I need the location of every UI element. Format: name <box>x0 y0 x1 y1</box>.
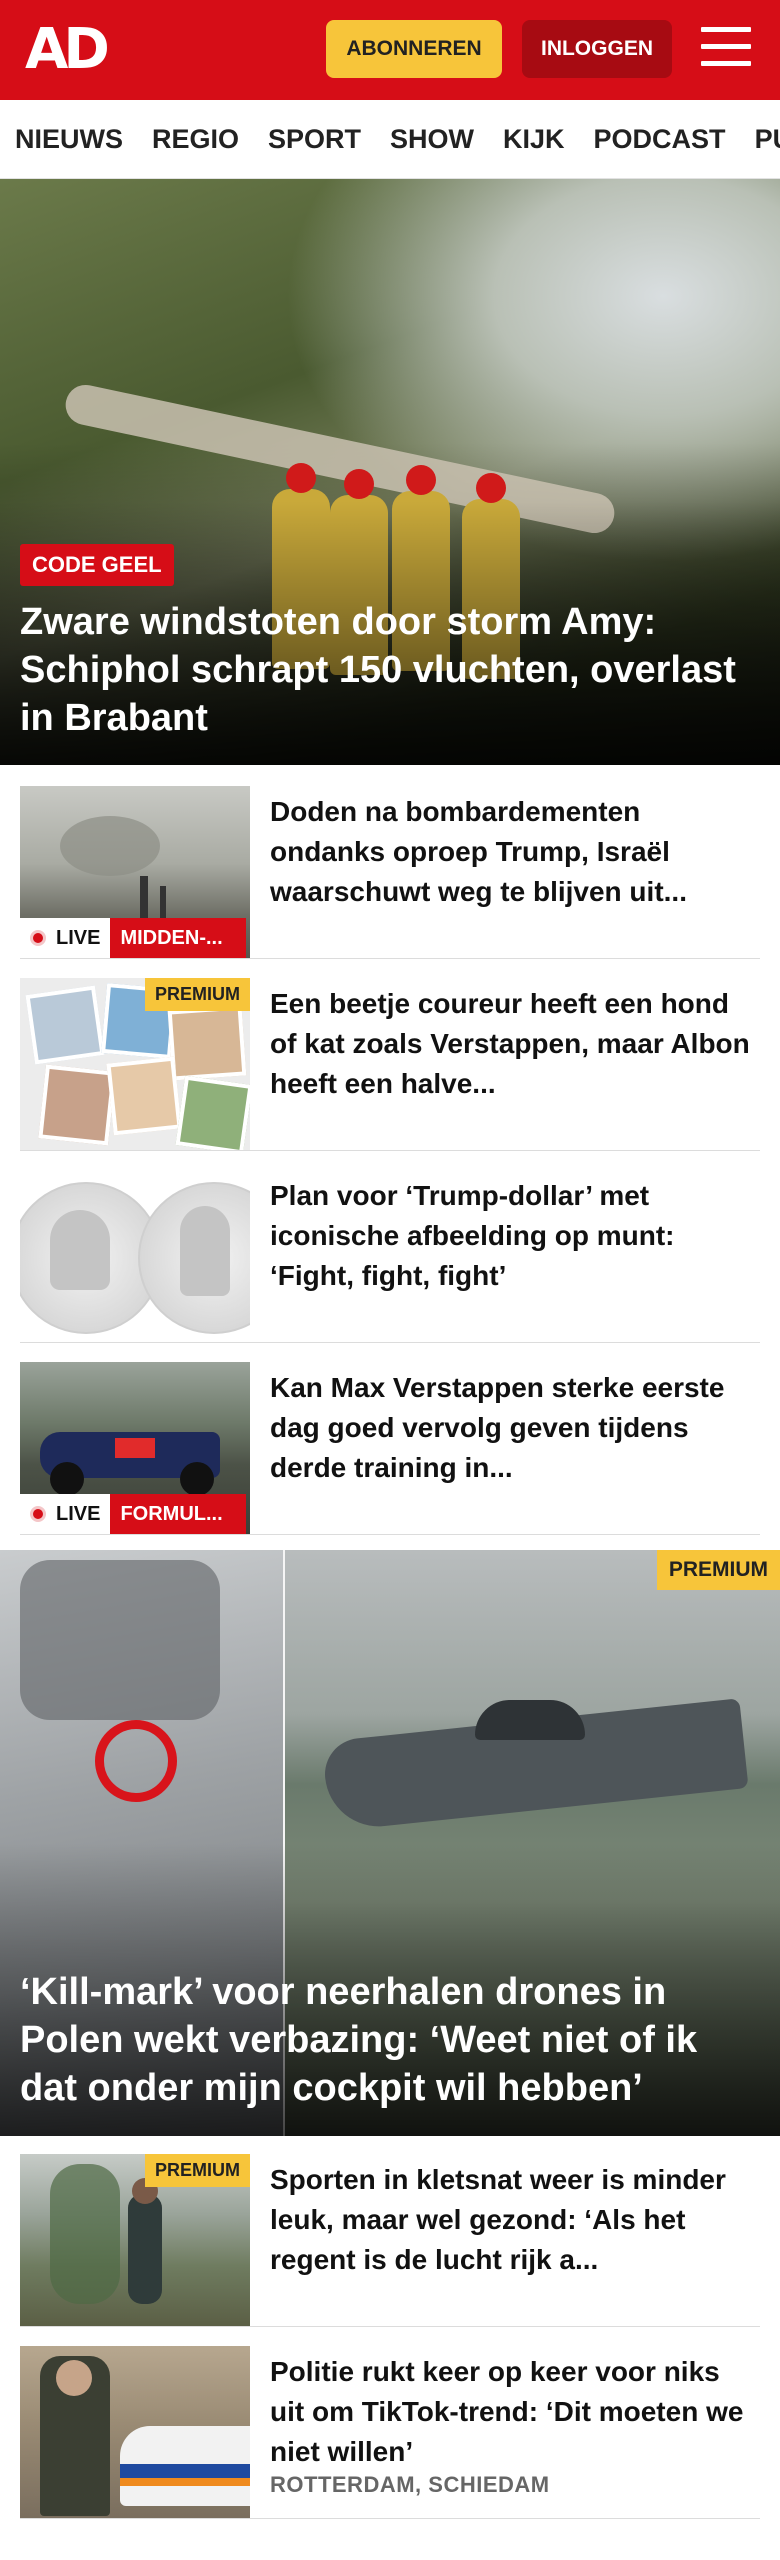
list-item[interactable]: Politie rukt keer op keer voor niks uit … <box>20 2346 760 2519</box>
section-nav: NIEUWS REGIO SPORT SHOW KIJK PODCAST PUZZ <box>0 100 780 179</box>
article-thumbnail: LIVE MIDDEN-... <box>20 786 250 958</box>
article-thumbnail: PREMIUM <box>20 978 250 1150</box>
article-title[interactable]: Kan Max Verstappen sterke eerste dag goe… <box>270 1368 750 1488</box>
nav-item-sport[interactable]: SPORT <box>268 100 361 178</box>
premium-badge: PREMIUM <box>656 1550 780 1590</box>
live-indicator: LIVE FORMUL... <box>20 1494 247 1534</box>
nav-item-regio[interactable]: REGIO <box>152 100 239 178</box>
live-indicator: LIVE MIDDEN-... <box>20 918 247 958</box>
list-item[interactable]: PREMIUM Een beetje coureur heeft een hon… <box>20 978 760 1151</box>
login-button[interactable]: INLOGGEN <box>522 20 672 78</box>
live-dot-icon <box>30 1506 46 1522</box>
nav-item-show[interactable]: SHOW <box>390 100 474 178</box>
nav-item-nieuws[interactable]: NIEUWS <box>15 100 123 178</box>
nav-item-puzzel[interactable]: PUZZ <box>755 100 780 178</box>
article-title[interactable]: Politie rukt keer op keer voor niks uit … <box>270 2352 750 2472</box>
hero-title[interactable]: Zware windstoten door storm Amy: Schipho… <box>20 598 750 742</box>
hamburger-menu-icon[interactable] <box>701 27 751 71</box>
hero-tag: CODE GEEL <box>20 544 174 586</box>
article-title[interactable]: Doden na bombardementen ondanks oproep T… <box>270 792 750 912</box>
article-thumbnail: LIVE FORMUL... <box>20 1362 250 1534</box>
article-thumbnail <box>20 2346 250 2518</box>
article-thumbnail: PREMIUM <box>20 2154 250 2326</box>
subscribe-button[interactable]: ABONNEREN <box>326 20 502 78</box>
top-bar: AD ABONNEREN INLOGGEN <box>0 0 780 100</box>
premium-badge: PREMIUM <box>145 978 250 1011</box>
ad-logo[interactable]: AD <box>25 22 110 78</box>
nav-item-podcast[interactable]: PODCAST <box>594 100 726 178</box>
article-thumbnail <box>20 1170 250 1342</box>
article-locality: ROTTERDAM, SCHIEDAM <box>270 2472 550 2497</box>
list-item[interactable]: LIVE MIDDEN-... Doden na bombardementen … <box>20 786 760 959</box>
nav-item-kijk[interactable]: KIJK <box>503 100 565 178</box>
list-item[interactable]: Plan voor ‘Trump-dollar’ met iconische a… <box>20 1170 760 1343</box>
feature-title[interactable]: ‘Kill-mark’ voor neerhalen drones in Pol… <box>20 1968 750 2112</box>
live-dot-icon <box>30 930 46 946</box>
article-title[interactable]: Sporten in kletsnat weer is minder leuk,… <box>270 2160 750 2280</box>
premium-badge: PREMIUM <box>145 2154 250 2187</box>
list-item[interactable]: PREMIUM Sporten in kletsnat weer is mind… <box>20 2154 760 2327</box>
article-title[interactable]: Een beetje coureur heeft een hond of kat… <box>270 984 750 1104</box>
feature-article[interactable]: PREMIUM ‘Kill-mark’ voor neerhalen drone… <box>0 1550 780 2136</box>
list-item[interactable]: LIVE FORMUL... Kan Max Verstappen sterke… <box>20 1362 760 1535</box>
article-title[interactable]: Plan voor ‘Trump-dollar’ met iconische a… <box>270 1176 750 1296</box>
